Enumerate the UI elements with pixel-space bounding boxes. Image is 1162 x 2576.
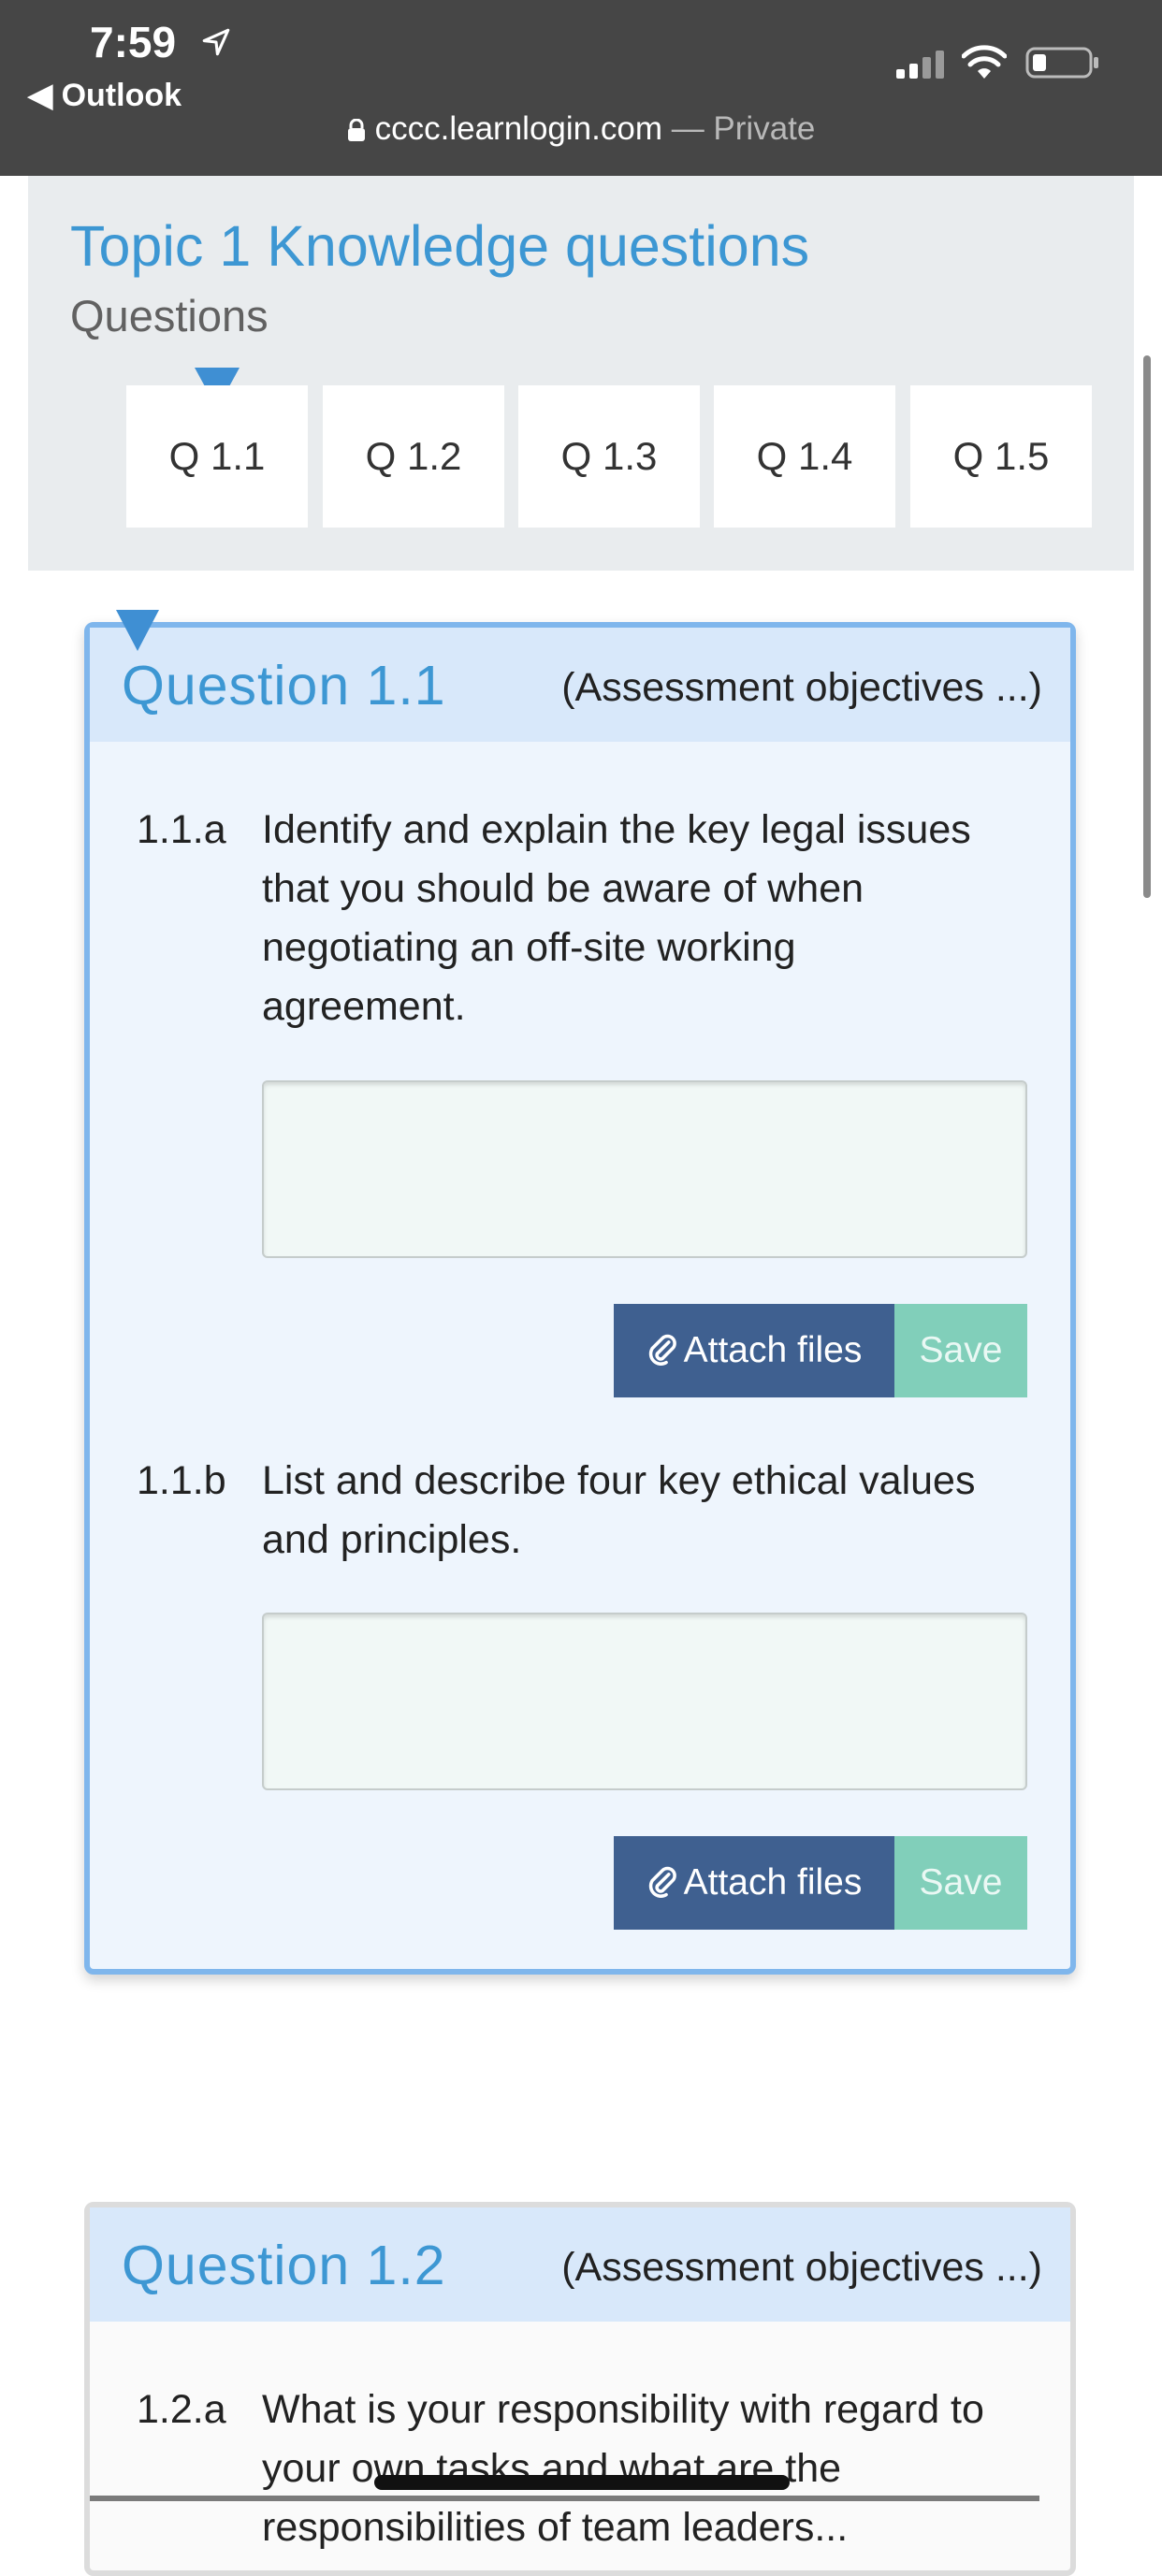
question-text-line: and principles. xyxy=(262,1517,522,1562)
question-part-number: 1.1.a xyxy=(137,807,226,852)
topic-subtitle: Questions xyxy=(70,291,269,340)
toolbar-divider xyxy=(90,2496,1039,2501)
save-button[interactable]: Save xyxy=(894,1836,1027,1930)
page-scrollbar[interactable] xyxy=(1143,355,1151,898)
question-text-line: agreement. xyxy=(262,984,466,1029)
attach-files-label: Attach files xyxy=(683,1862,863,1903)
question-text-line: negotiating an off-site working xyxy=(262,925,796,970)
question-text-line: Identify and explain the key legal issue… xyxy=(262,807,971,852)
status-time: 7:59 xyxy=(90,18,177,66)
question-part-number: 1.2.a xyxy=(137,2387,226,2432)
paperclip-icon xyxy=(648,1334,676,1366)
location-arrow-icon xyxy=(202,28,230,56)
save-button[interactable]: Save xyxy=(894,1304,1027,1397)
lock-icon xyxy=(347,119,365,141)
assessment-objectives-link[interactable]: (Assessment objectives ...) xyxy=(561,665,1042,711)
tab-q1-2[interactable]: Q 1.2 xyxy=(323,385,504,528)
question-title: Question 1.2 xyxy=(122,2235,446,2296)
question-part-text: What is your responsibility with regard … xyxy=(262,2381,1029,2557)
question-card-header: Question 1.1 (Assessment objectives ...) xyxy=(90,628,1070,742)
question-part-number: 1.1.b xyxy=(137,1458,226,1503)
assessment-objectives-link[interactable]: (Assessment objectives ...) xyxy=(561,2245,1042,2291)
tab-q1-5[interactable]: Q 1.5 xyxy=(910,385,1092,528)
attach-files-button[interactable]: Attach files xyxy=(614,1836,894,1930)
battery-icon xyxy=(1025,47,1098,79)
back-to-app-link[interactable]: ◀ Outlook xyxy=(28,77,182,114)
question-part-text: List and describe four key ethical value… xyxy=(262,1452,1029,1570)
tab-q1-3[interactable]: Q 1.3 xyxy=(518,385,700,528)
tab-q1-4[interactable]: Q 1.4 xyxy=(714,385,895,528)
question-card-1-2: Question 1.2 (Assessment objectives ...)… xyxy=(84,2202,1076,2576)
active-question-marker xyxy=(116,610,159,651)
question-card-header: Question 1.2 (Assessment objectives ...) xyxy=(90,2207,1070,2322)
home-indicator[interactable] xyxy=(374,2475,790,2490)
question-text-line: responsibilities of team leaders... xyxy=(262,2505,849,2550)
url-bar[interactable]: cccc.learnlogin.com — Private xyxy=(0,110,1162,148)
url-domain: cccc.learnlogin.com xyxy=(374,110,662,147)
question-text-line: that you should be aware of when xyxy=(262,866,864,911)
question-part-text: Identify and explain the key legal issue… xyxy=(262,801,1029,1036)
topic-title: Topic 1 Knowledge questions xyxy=(70,214,810,278)
question-title: Question 1.1 xyxy=(122,655,446,716)
question-card-1-1: Question 1.1 (Assessment objectives ...)… xyxy=(84,622,1076,1975)
attach-files-label: Attach files xyxy=(683,1330,863,1370)
wifi-icon xyxy=(962,45,1007,79)
answer-input-1-1-a[interactable] xyxy=(262,1080,1027,1258)
attach-files-button[interactable]: Attach files xyxy=(614,1304,894,1397)
status-bar: 7:59 ◀ Outlook cccc.learnlogin.com — Pri… xyxy=(0,0,1162,176)
question-text-line: What is your responsibility with regard … xyxy=(262,2387,984,2432)
paperclip-icon xyxy=(648,1866,676,1898)
url-private-label: — Private xyxy=(661,110,816,147)
tab-q1-1[interactable]: Q 1.1 xyxy=(126,385,308,528)
question-text-line: List and describe four key ethical value… xyxy=(262,1458,976,1503)
signal-icon xyxy=(896,51,944,79)
answer-input-1-1-b[interactable] xyxy=(262,1613,1027,1790)
